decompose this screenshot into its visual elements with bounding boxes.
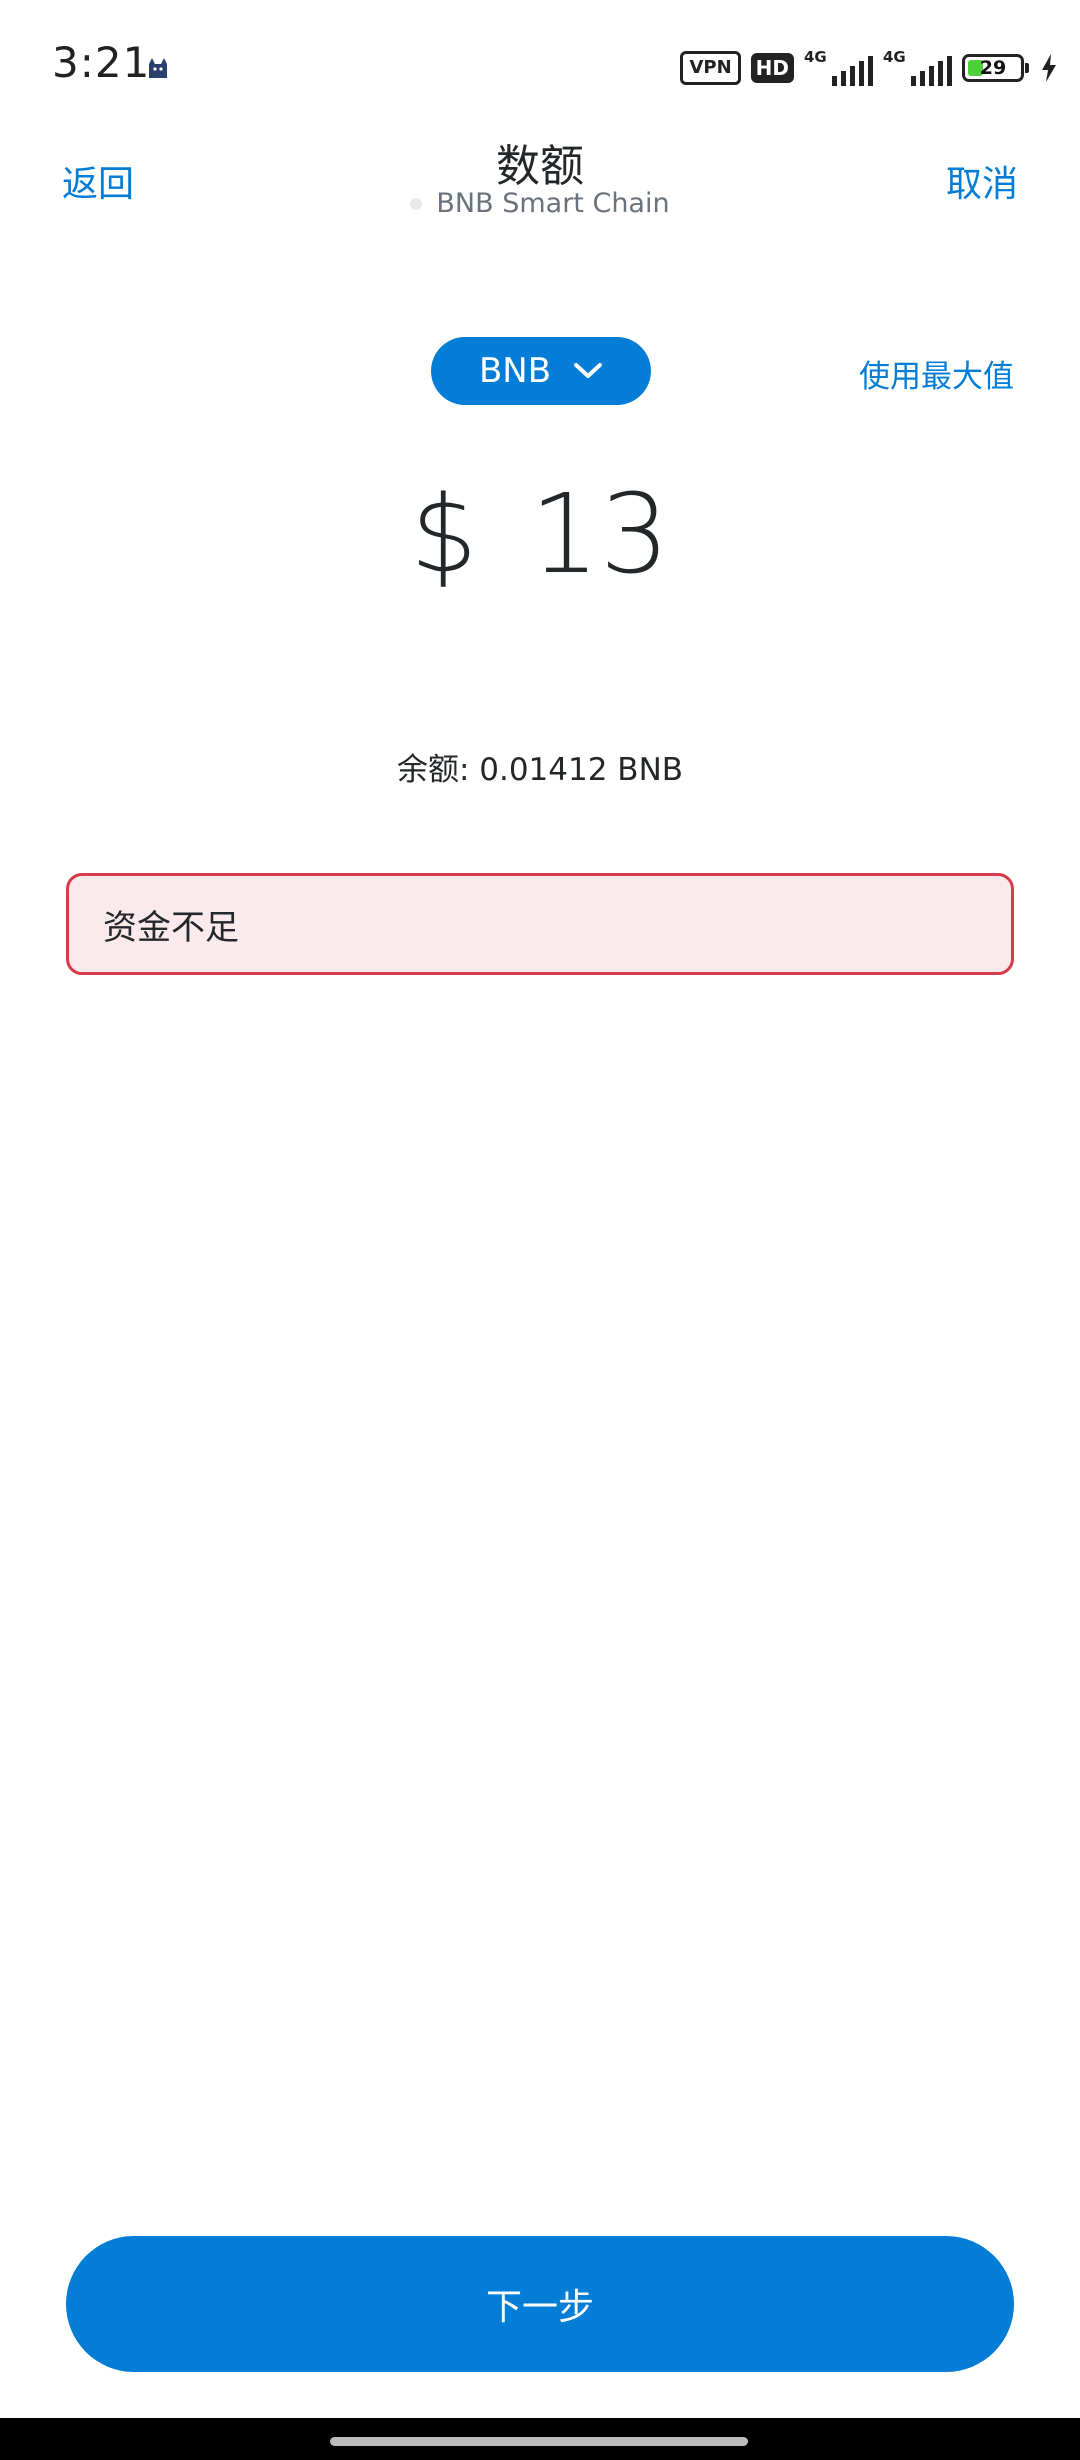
balance-label: 余额: 0.01412 BNB xyxy=(396,752,684,788)
battery-icon: 29 xyxy=(962,54,1029,82)
charging-bolt-icon xyxy=(1042,54,1056,82)
sim2-network-type: 4G xyxy=(883,48,906,66)
network-indicator: BNB Smart Chain xyxy=(0,188,1080,219)
hd-badge: HD xyxy=(750,53,794,83)
status-time: 3:21 xyxy=(52,38,151,87)
header: 返回 数额 BNB Smart Chain 取消 xyxy=(0,130,1080,250)
error-message: 资金不足 xyxy=(103,907,239,948)
cancel-button[interactable]: 取消 xyxy=(946,155,1018,207)
next-button[interactable]: 下一步 xyxy=(66,2236,1014,2372)
status-icons: VPN HD 4G 4G 29 xyxy=(680,48,1058,88)
token-selector-button[interactable]: BNB xyxy=(431,337,651,405)
vpn-badge: VPN xyxy=(680,51,741,85)
currency-symbol: $ xyxy=(410,472,478,596)
signal-icon: 4G xyxy=(804,48,873,86)
use-max-button[interactable]: 使用最大值 xyxy=(859,351,1014,396)
page-title: 数额 xyxy=(496,141,584,192)
sim1-network-type: 4G xyxy=(804,48,827,66)
amount-input[interactable]: $ 13 xyxy=(0,470,1080,598)
network-name: BNB Smart Chain xyxy=(436,188,670,219)
navigation-bar xyxy=(0,2418,1080,2460)
battery-level: 29 xyxy=(979,57,1007,79)
chevron-down-icon xyxy=(574,363,603,378)
amount-value[interactable]: 13 xyxy=(530,470,670,598)
signal-icon: 4G xyxy=(883,48,952,86)
cat-icon xyxy=(149,58,167,78)
network-status-dot xyxy=(410,197,423,210)
home-indicator[interactable] xyxy=(330,2437,748,2446)
status-bar: 3:21 VPN HD 4G 4G 29 xyxy=(0,0,1080,130)
token-symbol: BNB xyxy=(478,351,552,391)
insufficient-funds-alert: 资金不足 xyxy=(66,873,1014,975)
